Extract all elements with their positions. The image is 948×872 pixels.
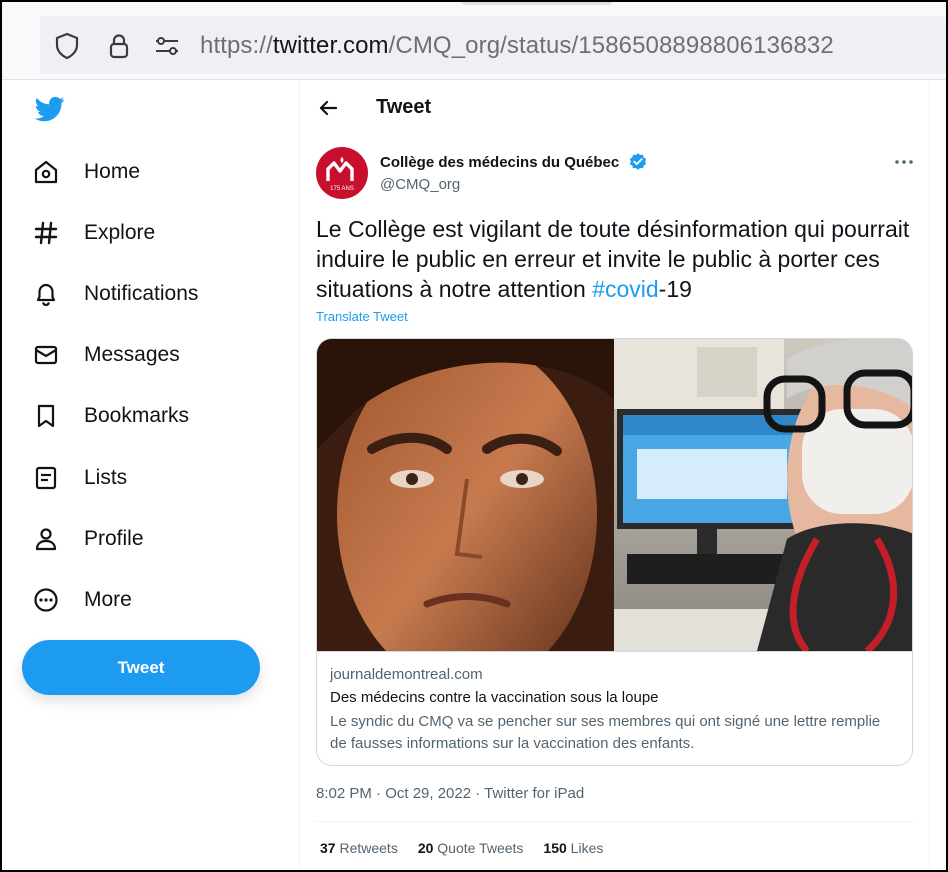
sidebar-item-home[interactable]: Home: [32, 152, 140, 192]
tweet-button[interactable]: Tweet: [22, 640, 260, 695]
quote-tweets-stat[interactable]: 20 Quote Tweets: [418, 840, 524, 856]
main-column: Tweet 175 ANS Collège des médecins du Qu…: [299, 80, 930, 870]
list-icon: [35, 466, 57, 490]
likes-count: 150: [543, 840, 567, 856]
sidebar-item-profile[interactable]: Profile: [32, 519, 144, 559]
card-description: Le syndic du CMQ va se pencher sur ses m…: [330, 713, 881, 752]
sidebar-item-messages[interactable]: Messages: [32, 335, 180, 375]
tab-indicator: [462, 2, 612, 5]
retweets-count: 37: [320, 840, 336, 856]
page-title: Tweet: [376, 96, 432, 118]
retweets-label: Retweets: [335, 840, 398, 856]
shield-icon[interactable]: [52, 31, 82, 61]
sidebar: Home Explore Notifications Messages Book…: [2, 80, 300, 870]
avatar-caption: 175 ANS: [330, 186, 354, 192]
quote-tweets-count: 20: [417, 840, 434, 856]
retweets-stat[interactable]: 37 Retweets: [320, 840, 398, 856]
link-card[interactable]: journaldemontreal.com Des médecins contr…: [316, 338, 913, 766]
sidebar-item-label: Explore: [84, 221, 156, 244]
tweet-text: Le Collège est vigilant de toute désinfo…: [316, 214, 916, 304]
back-arrow-icon[interactable]: [316, 96, 340, 120]
sidebar-item-explore[interactable]: Explore: [32, 213, 155, 253]
sidebar-item-label: Notifications: [84, 282, 199, 305]
author-name[interactable]: Collège des médecins du Québec: [380, 154, 619, 171]
url-path: /CMQ_org/status/1586508898806136832: [388, 32, 834, 59]
url-text[interactable]: https://twitter.com/CMQ_org/status/15865…: [200, 32, 834, 60]
sidebar-item-more[interactable]: More: [32, 580, 132, 620]
cmq-logo-icon: 175 ANS: [326, 157, 354, 192]
sidebar-item-label: Profile: [84, 527, 144, 550]
sidebar-item-bookmarks[interactable]: Bookmarks: [32, 396, 189, 436]
browser-toolbar: https://twitter.com/CMQ_org/status/15865…: [2, 2, 946, 80]
card-domain: journaldemontreal.com: [330, 666, 483, 683]
sidebar-item-label: Lists: [84, 466, 128, 489]
author-handle[interactable]: @CMQ_org: [380, 176, 460, 193]
hashtag-icon: [34, 221, 58, 245]
twitter-logo-icon[interactable]: [34, 94, 66, 124]
sidebar-item-label: Bookmarks: [84, 404, 190, 427]
person-icon: [35, 528, 57, 551]
translate-link[interactable]: Translate Tweet: [316, 309, 408, 324]
verified-badge-icon: [629, 153, 647, 170]
bookmark-icon: [37, 404, 55, 428]
card-title: Des médecins contre la vaccination sous …: [330, 689, 659, 706]
sidebar-item-label: Messages: [84, 343, 180, 366]
address-bar[interactable]: https://twitter.com/CMQ_org/status/15865…: [40, 16, 946, 74]
tweet-text-tail: -19: [658, 276, 692, 302]
divider: [316, 821, 915, 822]
quote-tweets-label: Quote Tweets: [433, 840, 524, 856]
sidebar-item-label: More: [84, 588, 132, 611]
more-options-icon[interactable]: [892, 150, 916, 174]
bell-icon: [36, 283, 56, 307]
url-host: twitter.com: [272, 32, 389, 59]
likes-stat[interactable]: 150 Likes: [543, 840, 603, 856]
sidebar-item-label: Home: [84, 160, 141, 183]
hashtag-link[interactable]: #covid: [592, 276, 658, 302]
lock-icon[interactable]: [104, 31, 134, 61]
home-icon: [34, 160, 58, 184]
permissions-icon[interactable]: [152, 31, 182, 61]
sidebar-item-lists[interactable]: Lists: [32, 458, 127, 498]
tweet-timestamp[interactable]: 8:02 PM · Oct 29, 2022 · Twitter for iPa…: [316, 785, 584, 802]
url-prefix: https://: [200, 32, 273, 59]
card-image: [317, 339, 912, 651]
tweet-stats: 37 Retweets 20 Quote Tweets 150 Likes: [320, 840, 623, 856]
sidebar-item-notifications[interactable]: Notifications: [32, 274, 198, 314]
likes-label: Likes: [566, 840, 604, 856]
envelope-icon: [34, 345, 58, 365]
more-circle-icon: [34, 588, 58, 612]
avatar[interactable]: 175 ANS: [316, 147, 368, 199]
card-divider: [317, 651, 912, 652]
